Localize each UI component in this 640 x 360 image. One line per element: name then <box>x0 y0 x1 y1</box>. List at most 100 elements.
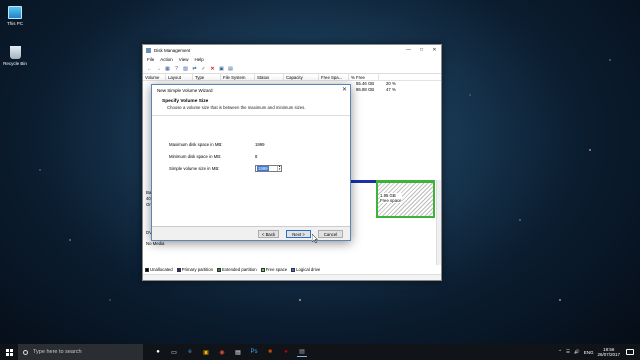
vertical-scrollbar[interactable] <box>436 180 441 265</box>
microphone-icon[interactable]: ● <box>153 347 163 357</box>
start-button[interactable] <box>0 344 18 360</box>
wizard-footer: < Back Next > Cancel <box>152 226 350 240</box>
recycle-bin-icon <box>9 46 21 59</box>
clock-date: 26/07/2017 <box>597 352 620 357</box>
min-size-value: 8 <box>255 154 258 159</box>
legend-item-logical: Logical drive <box>291 267 320 272</box>
column-header[interactable]: % Free <box>349 74 379 80</box>
free-space-cell: 86.88 GB <box>356 87 375 92</box>
legend-item-unallocated: Unallocated <box>145 267 173 272</box>
search-icon <box>23 349 28 355</box>
delete-icon[interactable]: ✕ <box>209 65 216 72</box>
column-header[interactable]: Layout <box>166 74 193 80</box>
search-placeholder: Type here to search <box>33 349 82 355</box>
percent-free-cell: 47 % <box>386 87 396 92</box>
volume-size-stepper[interactable]: 1999 ▲ ▼ <box>255 165 282 172</box>
window-title: Disk Management <box>154 47 191 53</box>
primary-partition-block[interactable] <box>351 180 376 218</box>
language-indicator[interactable]: ENG <box>584 350 594 355</box>
desktop-icon-label: Recycle Bin <box>3 61 27 66</box>
column-header[interactable]: File System <box>221 74 255 80</box>
title-bar[interactable]: Disk Management — □ ✕ <box>143 45 441 55</box>
help-icon[interactable]: ? <box>173 65 180 72</box>
desktop-icon-recycle-bin[interactable]: Recycle Bin <box>0 46 30 66</box>
windows-logo-icon <box>5 348 13 356</box>
desktop-icon-this-pc[interactable]: This PC <box>0 6 30 26</box>
next-button[interactable]: Next > <box>286 230 311 238</box>
min-size-label: Minimum disk space in MB: <box>169 154 222 159</box>
max-size-row: Maximum disk space in MB: 1999 <box>169 142 265 147</box>
cancel-button[interactable]: Cancel <box>318 230 343 238</box>
wizard-header: Specify Volume Size Choose a volume size… <box>152 95 350 116</box>
column-header[interactable]: Type <box>193 74 221 80</box>
wizard-title: New Simple Volume Wizard <box>157 87 213 93</box>
maximize-icon[interactable]: □ <box>415 45 428 55</box>
menu-bar: File Action View Help <box>143 55 441 64</box>
column-header[interactable]: Free Spa... <box>319 74 349 80</box>
photoshop-icon[interactable]: Ps <box>249 347 259 357</box>
checkmark-icon[interactable]: ✓ <box>200 65 207 72</box>
volume-table-header: Volume Layout Type File System Status Ca… <box>143 74 441 81</box>
connect-icon[interactable]: ⇄ <box>191 65 198 72</box>
app-icon <box>146 47 151 53</box>
edge-browser-icon[interactable]: e <box>185 347 195 357</box>
list-view-icon[interactable]: ▦ <box>164 65 171 72</box>
legend-item-extended: Extended partition <box>216 267 257 272</box>
max-size-value: 1999 <box>255 142 265 147</box>
back-arrow-icon[interactable]: ← <box>146 65 153 72</box>
menu-action[interactable]: Action <box>160 57 173 62</box>
network-icon[interactable]: ☰ <box>566 349 570 355</box>
new-simple-volume-wizard[interactable]: New Simple Volume Wizard ✕ Specify Volum… <box>151 84 351 241</box>
volume-size-input[interactable]: 1999 <box>257 166 269 171</box>
forward-arrow-icon[interactable]: → <box>155 65 162 72</box>
legend-item-free-space: Free space <box>260 267 287 272</box>
properties-icon[interactable]: ▧ <box>182 65 189 72</box>
volume-icon[interactable]: 🔊 <box>574 349 580 355</box>
app-icon-orange[interactable]: ■ <box>265 347 275 357</box>
free-space-partition[interactable]: 1.95 GB Free space <box>376 180 435 218</box>
disk-management-taskbar-icon[interactable]: ▤ <box>297 347 307 357</box>
close-icon[interactable]: ✕ <box>342 86 347 93</box>
menu-view[interactable]: View <box>179 57 189 62</box>
refresh-icon[interactable]: ▤ <box>227 65 234 72</box>
spin-down-icon[interactable]: ▼ <box>278 168 281 172</box>
action-center-icon[interactable] <box>626 349 634 355</box>
clock[interactable]: 18:56 26/07/2017 <box>597 347 620 357</box>
desktop-icon-label: This PC <box>6 21 23 26</box>
minimize-icon[interactable]: — <box>402 45 415 55</box>
menu-help[interactable]: Help <box>194 57 203 62</box>
column-header[interactable]: Capacity <box>284 74 319 80</box>
close-icon[interactable]: ✕ <box>428 45 441 55</box>
this-pc-icon <box>8 6 22 19</box>
taskbar-app-icons: ● ▭ e ▣ ◉ ▤ Ps ■ ● ▤ <box>153 347 307 357</box>
min-size-row: Minimum disk space in MB: 8 <box>169 154 257 159</box>
menu-file[interactable]: File <box>147 57 154 62</box>
legend-item-primary: Primary partition <box>176 267 213 272</box>
legend: Unallocated Primary partition Extended p… <box>145 266 320 273</box>
status-bar <box>143 274 441 280</box>
wizard-body: Maximum disk space in MB: 1999 Minimum d… <box>152 122 350 226</box>
file-explorer-icon[interactable]: ▣ <box>201 347 211 357</box>
rescan-icon[interactable]: ▣ <box>218 65 225 72</box>
wizard-heading: Specify Volume Size <box>162 99 209 104</box>
taskbar-search-box[interactable]: Type here to search <box>18 344 143 360</box>
max-size-label: Maximum disk space in MB: <box>169 142 223 147</box>
partition-status: Free space <box>380 198 402 203</box>
system-tray: ⌃ ☰ 🔊 ENG 18:56 26/07/2017 <box>558 344 634 360</box>
volume-size-row: Simple volume size in MB: 1999 ▲ ▼ <box>169 165 282 172</box>
tray-chevron-icon[interactable]: ⌃ <box>558 349 562 355</box>
task-view-icon[interactable]: ▭ <box>169 347 179 357</box>
column-header[interactable]: Volume <box>143 74 166 80</box>
app-icon-red[interactable]: ● <box>281 347 291 357</box>
taskbar: Type here to search ● ▭ e ▣ ◉ ▤ Ps ■ ● ▤… <box>0 344 640 360</box>
back-button[interactable]: < Back <box>258 230 279 238</box>
column-header[interactable]: Status <box>255 74 284 80</box>
volume-size-label: Simple volume size in MB: <box>169 166 220 171</box>
spin-arrows[interactable]: ▲ ▼ <box>277 165 281 172</box>
wizard-subheading: Choose a volume size that is between the… <box>167 105 306 110</box>
toolbar: ← → ▦ ? ▧ ⇄ ✓ ✕ ▣ ▤ <box>143 64 441 74</box>
wizard-title-bar[interactable]: New Simple Volume Wizard <box>152 85 350 95</box>
disk-label: No Media <box>146 241 165 246</box>
chrome-icon[interactable]: ◉ <box>217 347 227 357</box>
store-icon[interactable]: ▤ <box>233 347 243 357</box>
